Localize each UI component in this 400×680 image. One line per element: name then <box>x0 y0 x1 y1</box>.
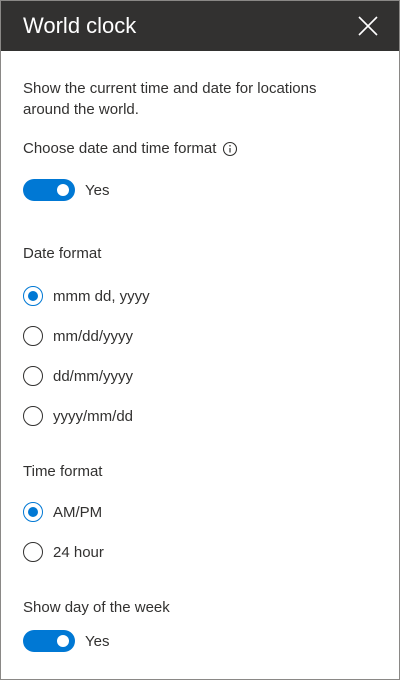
panel-content: Show the current time and date for locat… <box>1 78 399 652</box>
radio-label: AM/PM <box>53 503 103 521</box>
close-icon <box>358 16 378 36</box>
panel-description: Show the current time and date for locat… <box>23 80 317 118</box>
world-clock-panel: World clock Show the current time and da… <box>0 0 400 680</box>
time-format-radio-group: AM/PM 24 hour <box>23 492 377 572</box>
radio-button-checked[interactable] <box>23 502 43 522</box>
date-time-format-toggle-label: Yes <box>85 181 110 199</box>
date-format-option-dd-mm-yyyy[interactable]: dd/mm/yyyy <box>23 356 377 396</box>
info-icon[interactable] <box>222 141 238 157</box>
day-of-week-toggle-row: Yes <box>23 630 377 652</box>
date-time-format-heading: Choose date and time format <box>23 140 377 157</box>
time-format-heading: Time format <box>23 463 103 480</box>
day-of-week-heading: Show day of the week <box>23 599 170 616</box>
date-time-format-label: Choose date and time format <box>23 140 217 157</box>
radio-label: dd/mm/yyyy <box>53 367 134 385</box>
day-of-week-toggle-label: Yes <box>85 632 110 650</box>
date-format-option-yyyy-mm-dd[interactable]: yyyy/mm/dd <box>23 396 377 436</box>
date-time-format-toggle-row: Yes <box>23 179 377 201</box>
radio-label: mm/dd/yyyy <box>53 327 134 345</box>
date-time-format-toggle[interactable] <box>23 179 75 201</box>
time-format-option-am-pm[interactable]: AM/PM <box>23 492 377 532</box>
radio-label: 24 hour <box>53 543 104 561</box>
radio-label: mmm dd, yyyy <box>53 287 150 305</box>
radio-button[interactable] <box>23 406 43 426</box>
close-button[interactable] <box>357 15 379 37</box>
panel-header: World clock <box>1 1 399 51</box>
date-format-option-mmm-dd-yyyy[interactable]: mmm dd, yyyy <box>23 276 377 316</box>
toggle-knob <box>57 184 69 196</box>
date-format-option-mm-dd-yyyy[interactable]: mm/dd/yyyy <box>23 316 377 356</box>
toggle-knob <box>57 635 69 647</box>
radio-button-checked[interactable] <box>23 286 43 306</box>
date-format-heading: Date format <box>23 245 102 262</box>
panel-title: World clock <box>23 13 137 38</box>
day-of-week-toggle[interactable] <box>23 630 75 652</box>
radio-button[interactable] <box>23 542 43 562</box>
date-format-radio-group: mmm dd, yyyy mm/dd/yyyy dd/mm/yyyy yyyy/… <box>23 276 377 436</box>
radio-label: yyyy/mm/dd <box>53 407 134 425</box>
time-format-option-24-hour[interactable]: 24 hour <box>23 532 377 572</box>
radio-button[interactable] <box>23 366 43 386</box>
radio-button[interactable] <box>23 326 43 346</box>
